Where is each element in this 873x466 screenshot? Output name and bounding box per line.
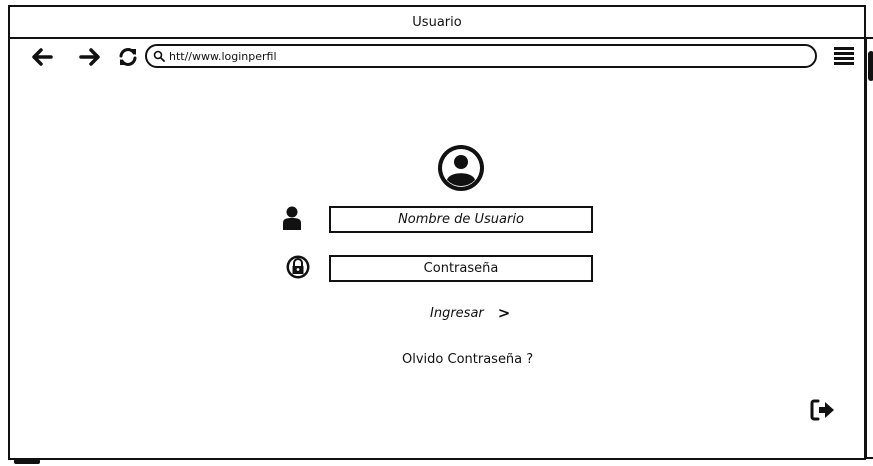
vertical-scrollbar[interactable] [865, 37, 873, 459]
vertical-scroll-thumb[interactable] [868, 51, 873, 81]
lock-icon [286, 255, 310, 283]
forgot-password-label: Olvido Contraseña ? [402, 352, 534, 367]
login-button[interactable]: Ingresar > [430, 304, 510, 322]
password-input[interactable]: Contraseña [329, 255, 593, 282]
horizontal-scrollbar[interactable] [8, 458, 866, 466]
user-icon [283, 206, 301, 234]
login-label: Ingresar [430, 305, 484, 321]
username-input[interactable]: Nombre de Usuario [329, 206, 593, 233]
hamburger-menu-icon[interactable] [834, 47, 854, 69]
window-title: Usuario [412, 14, 462, 30]
browser-window: Usuario htt//www.loginperfil Nombre de U… [8, 5, 873, 464]
horizontal-scroll-thumb[interactable] [14, 459, 40, 464]
url-text: htt//www.loginperfil [169, 49, 277, 63]
forgot-password-link[interactable]: Olvido Contraseña ? [402, 352, 533, 367]
url-bar[interactable]: htt//www.loginperfil [145, 44, 817, 68]
browser-toolbar: htt//www.loginperfil [10, 39, 864, 75]
forward-arrow-icon[interactable] [76, 43, 104, 71]
username-placeholder: Nombre de Usuario [398, 212, 524, 227]
user-circle-icon [437, 144, 485, 196]
search-icon [153, 47, 165, 66]
password-placeholder: Contraseña [423, 261, 499, 276]
chevron-right-icon: > [497, 304, 511, 322]
back-arrow-icon[interactable] [28, 43, 56, 71]
window-titlebar: Usuario [10, 7, 864, 39]
sign-out-icon[interactable] [810, 399, 836, 425]
refresh-icon[interactable] [114, 43, 142, 71]
